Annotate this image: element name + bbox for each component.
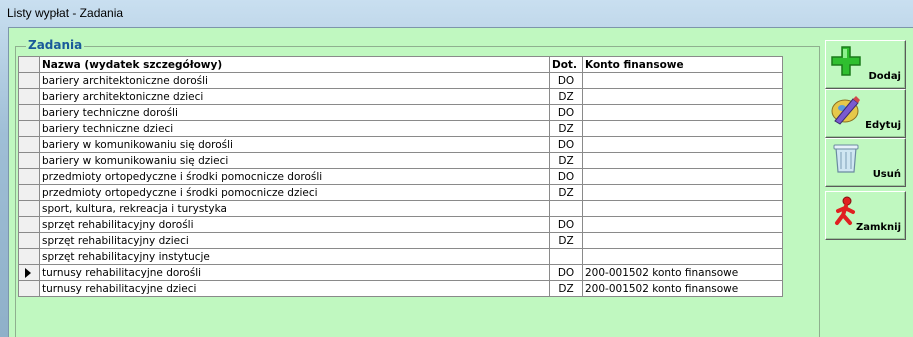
cell-name[interactable]: bariery w komunikowaniu się dzieci [39, 152, 550, 169]
cell-dot[interactable]: DZ [549, 184, 583, 201]
cell-konto[interactable] [582, 248, 783, 265]
green-plus-icon [831, 46, 861, 76]
row-indicator[interactable] [18, 120, 40, 137]
row-indicator[interactable] [18, 152, 40, 169]
cell-dot[interactable]: DO [549, 136, 583, 153]
row-indicator[interactable] [18, 232, 40, 249]
cell-name[interactable]: turnusy rehabilitacyjne dorośli [39, 264, 550, 281]
cell-konto[interactable] [582, 120, 783, 137]
cell-dot[interactable]: DO [549, 104, 583, 121]
cell-konto[interactable]: 200-001502 konto finansowe [582, 280, 783, 297]
table-row[interactable]: przedmioty ortopedyczne i środki pomocni… [18, 184, 783, 201]
trash-bin-icon [833, 144, 859, 173]
cell-konto[interactable] [582, 136, 783, 153]
cell-konto[interactable] [582, 184, 783, 201]
row-indicator[interactable] [18, 104, 40, 121]
table-row[interactable]: bariery architektoniczne dzieci DZ [18, 88, 783, 105]
cell-dot[interactable]: DZ [549, 232, 583, 249]
row-indicator[interactable] [18, 184, 40, 201]
row-indicator[interactable] [18, 216, 40, 233]
client-area: Zadania Nazwa (wydatek szczegółowy) Dot.… [8, 27, 913, 337]
cell-name[interactable]: sprzęt rehabilitacyjny dzieci [39, 232, 550, 249]
table-row[interactable]: turnusy rehabilitacyjne dorośli DO 200-001… [18, 264, 783, 281]
cell-konto[interactable] [582, 216, 783, 233]
cell-konto[interactable] [582, 200, 783, 217]
table-row[interactable]: bariery architektoniczne dorośli DO [18, 72, 783, 89]
close-button[interactable]: Zamknij [825, 191, 906, 240]
cell-konto[interactable] [582, 232, 783, 249]
table-row[interactable]: sprzęt rehabilitacyjny instytucje [18, 248, 783, 265]
cell-konto[interactable] [582, 72, 783, 89]
cell-konto[interactable] [582, 88, 783, 105]
column-header-konto[interactable]: Konto finansowe [582, 56, 783, 73]
edit-button[interactable]: Edytuj [825, 89, 906, 138]
cell-name[interactable]: sport, kultura, rekreacja i turystyka [39, 200, 550, 217]
cell-name[interactable]: przedmioty ortopedyczne i środki pomocni… [39, 184, 550, 201]
cell-name[interactable]: bariery techniczne dzieci [39, 120, 550, 137]
app-window: Listy wypłat - Zadania Zadania Nazwa (wy… [0, 0, 913, 337]
add-button[interactable]: Dodaj [825, 40, 906, 89]
cell-dot[interactable]: DZ [549, 88, 583, 105]
cell-dot[interactable] [549, 200, 583, 217]
cell-konto[interactable] [582, 104, 783, 121]
window-title: Listy wypłat - Zadania [7, 6, 124, 20]
cell-name[interactable]: bariery w komunikowaniu się dorośli [39, 136, 550, 153]
cell-dot[interactable]: DO [549, 216, 583, 233]
row-indicator[interactable] [18, 88, 40, 105]
table-row[interactable]: sprzęt rehabilitacyjny dzieci DZ [18, 232, 783, 249]
delete-button-label: Usuń [872, 169, 901, 180]
cell-konto[interactable] [582, 168, 783, 185]
row-indicator-header [18, 56, 40, 73]
current-row-pointer-icon [25, 267, 31, 278]
title-bar[interactable]: Listy wypłat - Zadania [0, 0, 913, 26]
row-indicator[interactable] [18, 248, 40, 265]
close-button-label: Zamknij [855, 222, 901, 233]
cell-name[interactable]: przedmioty ortopedyczne i środki pomocni… [39, 168, 550, 185]
cell-name[interactable]: sprzęt rehabilitacyjny instytucje [39, 248, 550, 265]
tasks-grid[interactable]: Nazwa (wydatek szczegółowy) Dot. Konto f… [18, 56, 794, 337]
cell-dot[interactable] [549, 248, 583, 265]
cell-konto[interactable]: 200-001502 konto finansowe [582, 264, 783, 281]
table-row[interactable]: bariery techniczne dorośli DO [18, 104, 783, 121]
cell-dot[interactable]: DZ [549, 280, 583, 297]
group-box-label: Zadania [26, 38, 85, 52]
table-row[interactable]: sprzęt rehabilitacyjny dorośli DO [18, 216, 783, 233]
add-button-label: Dodaj [868, 71, 901, 82]
row-indicator[interactable] [18, 72, 40, 89]
cell-name[interactable]: sprzęt rehabilitacyjny dorośli [39, 216, 550, 233]
row-indicator[interactable] [18, 264, 40, 281]
cell-name[interactable]: turnusy rehabilitacyjne dzieci [39, 280, 550, 297]
cell-name[interactable]: bariery architektoniczne dorośli [39, 72, 550, 89]
table-row[interactable]: sport, kultura, rekreacja i turystyka [18, 200, 783, 217]
row-indicator[interactable] [18, 280, 40, 297]
cell-dot[interactable]: DZ [549, 120, 583, 137]
table-row[interactable]: bariery techniczne dzieci DZ [18, 120, 783, 137]
cell-name[interactable]: bariery architektoniczne dzieci [39, 88, 550, 105]
table-header-row: Nazwa (wydatek szczegółowy) Dot. Konto f… [18, 56, 783, 73]
table-row[interactable]: bariery w komunikowaniu się dorośli DO [18, 136, 783, 153]
cell-name[interactable]: bariery techniczne dorośli [39, 104, 550, 121]
cell-dot[interactable]: DZ [549, 152, 583, 169]
table-row[interactable]: przedmioty ortopedyczne i środki pomocni… [18, 168, 783, 185]
column-header-dot[interactable]: Dot. [549, 56, 583, 73]
pencil-edit-icon [831, 96, 860, 125]
row-indicator[interactable] [18, 168, 40, 185]
delete-button[interactable]: Usuń [825, 138, 906, 187]
edit-button-label: Edytuj [865, 120, 901, 131]
cell-konto[interactable] [582, 152, 783, 169]
table-row[interactable]: bariery w komunikowaniu się dzieci DZ [18, 152, 783, 169]
row-indicator[interactable] [18, 200, 40, 217]
table-row[interactable]: turnusy rehabilitacyjne dzieci DZ 200-0015… [18, 280, 783, 297]
cell-dot[interactable]: DO [549, 72, 583, 89]
row-indicator[interactable] [18, 136, 40, 153]
cell-dot[interactable]: DO [549, 168, 583, 185]
cell-dot[interactable]: DO [549, 264, 583, 281]
tasks-table: Nazwa (wydatek szczegółowy) Dot. Konto f… [18, 56, 783, 297]
column-header-name[interactable]: Nazwa (wydatek szczegółowy) [39, 56, 550, 73]
